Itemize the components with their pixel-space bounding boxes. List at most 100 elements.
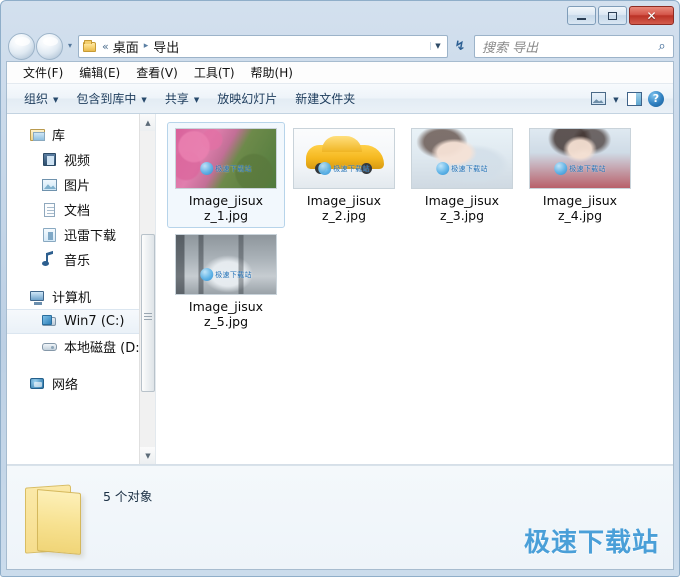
sidebar-item-thunder-download[interactable]: 迅雷下载 (7, 222, 155, 247)
computer-icon (29, 289, 46, 305)
file-name: Image_jisux z_5.jpg (174, 299, 278, 329)
include-in-library-button[interactable]: 包含到库中 ▼ (67, 87, 155, 110)
thumbnail-wrapper: 极速下载站 (174, 233, 278, 296)
close-icon: ✕ (646, 8, 657, 23)
change-view-dropdown[interactable]: ▼ (609, 88, 623, 110)
scroll-up-button[interactable]: ▲ (140, 114, 155, 131)
file-name-line1: Image_jisux (542, 193, 618, 208)
chevron-down-icon: ▼ (613, 95, 619, 104)
forward-button[interactable] (36, 32, 63, 60)
music-icon (41, 252, 58, 267)
sidebar-item-local-disk-d[interactable]: 本地磁盘 (D: (7, 334, 155, 359)
organize-button[interactable]: 组织 ▼ (15, 87, 67, 110)
view-mode-icon (590, 92, 606, 105)
file-name-line1: Image_jisux (188, 193, 264, 208)
sidebar-item-music[interactable]: 音乐 (7, 247, 155, 272)
address-dropdown-icon[interactable]: ▼ (430, 42, 445, 50)
refresh-icon: ↯ (454, 38, 466, 54)
folder-large-icon (21, 478, 93, 558)
navigation-scrollbar[interactable]: ▲ ▼ (139, 114, 155, 464)
scrollbar-grip-icon (144, 312, 152, 314)
minimize-button[interactable] (567, 6, 596, 25)
item-count-label: 5 个对象 (103, 489, 153, 504)
thumbnail-image: 极速下载站 (175, 128, 277, 189)
thumbnail-watermark: 极速下载站 (200, 268, 252, 282)
file-name-line1: Image_jisux (424, 193, 500, 208)
sidebar-item-label: 音乐 (64, 254, 91, 269)
list-item[interactable]: 极速下载站 Image_jisux z_3.jpg (403, 122, 521, 228)
close-button[interactable]: ✕ (629, 6, 674, 25)
chevron-down-icon: ▼ (193, 95, 200, 104)
preview-pane-button[interactable] (623, 88, 645, 110)
search-box[interactable]: 搜索 导出 ⌕ (474, 34, 674, 58)
file-name-line2: z_5.jpg (203, 314, 249, 329)
menu-edit[interactable]: 编辑(E) (71, 62, 128, 83)
watermark-bubble-icon (200, 162, 214, 176)
navigation-buttons: ▾ (8, 32, 76, 60)
scrollbar-thumb[interactable] (141, 234, 155, 392)
list-item[interactable]: 极速下载站 Image_jisux z_2.jpg (285, 122, 403, 228)
refresh-button[interactable]: ↯ (449, 35, 471, 58)
watermark-bubble-icon (200, 268, 214, 282)
list-item[interactable]: 极速下载站 Image_jisux z_1.jpg (167, 122, 285, 228)
navigation-list: 库 视频 图片 文档 迅雷下载 音乐 计算机 Win7 (C:) 本地磁盘 (D… (7, 114, 155, 396)
sidebar-item-libraries[interactable]: 库 (7, 122, 155, 147)
sidebar-item-documents[interactable]: 文档 (7, 197, 155, 222)
maximize-button[interactable] (598, 6, 627, 25)
document-icon (41, 202, 58, 217)
disk-icon (41, 339, 58, 354)
search-input[interactable]: 搜索 导出 (482, 37, 655, 56)
back-button[interactable] (8, 32, 35, 60)
menu-tools[interactable]: 工具(T) (186, 62, 243, 83)
sidebar-item-win7-c[interactable]: Win7 (C:) (7, 309, 155, 334)
chevron-up-icon: ▲ (145, 118, 151, 127)
thumbnail-image: 极速下载站 (411, 128, 513, 189)
site-watermark: 极速下载站 (523, 528, 659, 558)
picture-icon (41, 177, 58, 192)
sidebar-item-videos[interactable]: 视频 (7, 147, 155, 172)
video-icon (41, 152, 58, 167)
menu-help[interactable]: 帮助(H) (243, 62, 301, 83)
change-view-button[interactable] (587, 88, 609, 110)
recent-pages-dropdown-icon[interactable]: ▾ (64, 42, 76, 50)
help-button[interactable]: ? (645, 88, 667, 110)
thumbnail-watermark: 极速下载站 (436, 162, 488, 176)
watermark-bubble-icon (554, 162, 568, 176)
minimize-icon (577, 17, 586, 20)
sidebar-item-computer[interactable]: 计算机 (7, 284, 155, 309)
file-name-line1: Image_jisux (188, 299, 264, 314)
list-item[interactable]: 极速下载站 Image_jisux z_4.jpg (521, 122, 639, 228)
breadcrumb-overflow-icon[interactable]: « (102, 40, 109, 53)
scroll-down-button[interactable]: ▼ (140, 447, 155, 464)
sidebar-item-label: 计算机 (52, 291, 92, 306)
share-label: 共享 (164, 92, 189, 106)
file-name: Image_jisux z_3.jpg (410, 193, 514, 223)
list-item[interactable]: 极速下载站 Image_jisux z_5.jpg (167, 228, 285, 334)
breadcrumb-item-current[interactable]: 导出 (153, 37, 179, 56)
window-controls: ✕ (567, 6, 674, 25)
sidebar-item-label: 图片 (64, 179, 91, 194)
menu-file[interactable]: 文件(F) (15, 62, 71, 83)
explorer-window: ✕ ▾ « 桌面 ▸ 导出 ▼ ↯ 搜索 导出 ⌕ 文件(F) 编辑(E) 查看… (0, 0, 680, 577)
new-folder-button[interactable]: 新建文件夹 (286, 87, 364, 110)
breadcrumb-item-desktop[interactable]: 桌面 (113, 37, 139, 56)
menu-view[interactable]: 查看(V) (128, 62, 186, 83)
watermark-text: 极速下载站 (333, 164, 370, 173)
navigation-pane: 库 视频 图片 文档 迅雷下载 音乐 计算机 Win7 (C:) 本地磁盘 (D… (7, 114, 155, 464)
watermark-bubble-icon (318, 162, 332, 176)
address-bar[interactable]: « 桌面 ▸ 导出 ▼ (78, 34, 448, 58)
client-area: 文件(F) 编辑(E) 查看(V) 工具(T) 帮助(H) 组织 ▼ 包含到库中… (6, 61, 674, 570)
sidebar-item-pictures[interactable]: 图片 (7, 172, 155, 197)
menu-bar: 文件(F) 编辑(E) 查看(V) 工具(T) 帮助(H) (7, 62, 673, 84)
thumbnail-watermark: 极速下载站 (318, 162, 370, 176)
preview-pane-icon (626, 91, 642, 106)
watermark-text: 极速下载站 (569, 164, 606, 173)
slideshow-button[interactable]: 放映幻灯片 (208, 87, 286, 110)
thumbnail-image: 极速下载站 (293, 128, 395, 189)
sidebar-item-label: 网络 (52, 378, 79, 393)
sidebar-item-network[interactable]: 网络 (7, 371, 155, 396)
share-button[interactable]: 共享 ▼ (156, 87, 208, 110)
file-list[interactable]: 极速下载站 Image_jisux z_1.jpg 极速下载站 Image_ji… (159, 114, 673, 464)
